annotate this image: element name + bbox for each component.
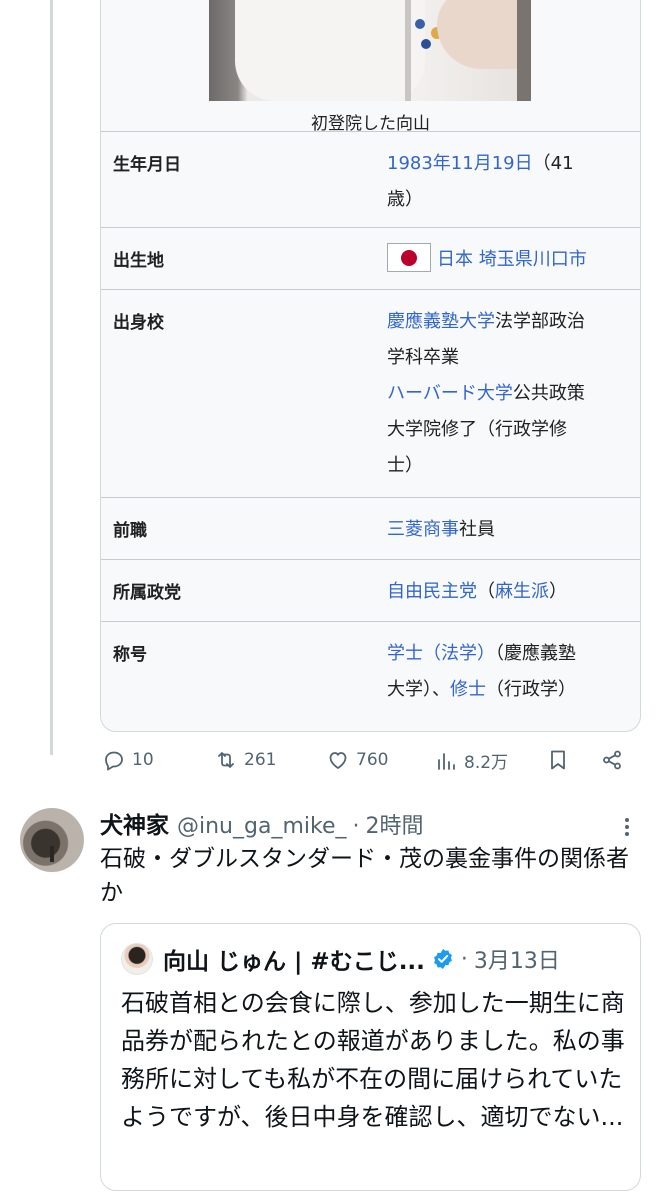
tweet-action-bar: 10 261 760 8.2万 bbox=[100, 748, 640, 782]
views-button[interactable]: 8.2万 bbox=[434, 748, 508, 773]
mitsubishi-link[interactable]: 三菱商事 bbox=[387, 519, 459, 540]
retweet-button[interactable]: 261 bbox=[214, 748, 276, 772]
japan-flag-icon bbox=[387, 242, 431, 272]
row-value: 1983年11月19日（41 歳） bbox=[387, 153, 574, 210]
master-link[interactable]: 修士 bbox=[450, 679, 486, 700]
reply-text: 石破・ダブルスタンダード・茂の裏金事件の関係者か bbox=[100, 846, 629, 906]
reply-author-handle[interactable]: @inu_ga_mike_ bbox=[177, 814, 346, 839]
share-icon bbox=[603, 750, 621, 770]
row-label: 出身校 bbox=[113, 313, 164, 333]
row-value: 学士（法学）（慶應義塾 大学）、修士（行政学） bbox=[387, 643, 576, 700]
quote-header: 向山 じゅん | #むこじ... · 3月13日 bbox=[121, 942, 560, 976]
reply-header: 犬神家 @inu_ga_mike_ · 2時間 bbox=[100, 806, 423, 840]
infobox-row-degree: 称号 学士（法学）（慶應義塾 大学）、修士（行政学） bbox=[101, 621, 640, 731]
infobox-row-alma-mater: 出身校 慶應義塾大学法学部政治 学科卒業 ハーバード大学公共政策 大学院修了（行政学修… bbox=[101, 289, 640, 497]
analytics-icon bbox=[438, 752, 455, 770]
row-label: 称号 bbox=[113, 645, 147, 665]
like-button[interactable]: 760 bbox=[326, 748, 388, 772]
row-value: 自由民主党（麻生派） bbox=[387, 581, 567, 602]
row-label: 出生地 bbox=[113, 251, 164, 271]
ldp-link[interactable]: 自由民主党 bbox=[387, 581, 477, 602]
infobox-row-party: 所属政党 自由民主党（麻生派） bbox=[101, 559, 640, 621]
more-options-icon[interactable] bbox=[616, 816, 638, 838]
infobox-row-birthplace: 出生地 日本 埼玉県川口市 bbox=[101, 227, 640, 289]
reply-timestamp[interactable]: 2時間 bbox=[365, 808, 423, 840]
reply-author-avatar[interactable] bbox=[20, 808, 84, 872]
harvard-link[interactable]: ハーバード大学 bbox=[387, 383, 513, 404]
quote-date: 3月13日 bbox=[473, 949, 560, 974]
row-value: 日本 埼玉県川口市 bbox=[387, 242, 635, 278]
birthdate-link[interactable]: 1983年11月19日 bbox=[387, 153, 533, 174]
quote-author-name: 向山 じゅん | #むこじ... bbox=[163, 949, 425, 975]
retweet-icon bbox=[218, 752, 234, 768]
row-value: 慶應義塾大学法学部政治 学科卒業 ハーバード大学公共政策 大学院修了（行政学修 士） bbox=[387, 311, 585, 476]
row-label: 生年月日 bbox=[113, 155, 181, 175]
keio-link[interactable]: 慶應義塾大学 bbox=[387, 311, 495, 332]
heart-icon bbox=[329, 752, 347, 769]
bookmark-button[interactable] bbox=[546, 748, 570, 772]
birthplace-link[interactable]: 日本 埼玉県川口市 bbox=[437, 249, 587, 270]
quote-text: 石破首相との会食に際し、参加した一期生に商品券が配られたとの報道がありました。私… bbox=[121, 989, 625, 1131]
quoted-tweet-card[interactable]: 向山 じゅん | #むこじ... · 3月13日 石破首相との会食に際し、参加し… bbox=[100, 923, 641, 1191]
aso-faction-link[interactable]: 麻生派 bbox=[495, 581, 549, 602]
verified-badge-icon bbox=[434, 949, 452, 969]
reply-button[interactable]: 10 bbox=[102, 748, 154, 772]
reply-icon bbox=[105, 751, 123, 771]
separator-dot: · bbox=[352, 814, 360, 839]
infobox-row-birthdate: 生年月日 1983年11月19日（41 歳） bbox=[101, 131, 640, 227]
thread-line bbox=[50, 0, 53, 755]
row-label: 前職 bbox=[113, 521, 147, 541]
reply-author-name[interactable]: 犬神家 bbox=[100, 806, 169, 840]
bookmark-icon bbox=[551, 750, 565, 770]
profile-photo bbox=[209, 0, 531, 101]
infobox-row-previous-job: 前職 三菱商事社員 bbox=[101, 497, 640, 559]
separator-dot: · bbox=[460, 946, 468, 972]
bachelor-link[interactable]: 学士（法学） bbox=[387, 643, 495, 664]
row-label: 所属政党 bbox=[113, 583, 181, 603]
row-value: 三菱商事社員 bbox=[387, 519, 495, 540]
quote-author-avatar bbox=[121, 943, 153, 975]
share-button[interactable] bbox=[600, 748, 624, 772]
wikipedia-infobox-card[interactable]: 初登院した向山 生年月日 1983年11月19日（41 歳） 出生地 日本 埼玉県… bbox=[100, 0, 641, 732]
